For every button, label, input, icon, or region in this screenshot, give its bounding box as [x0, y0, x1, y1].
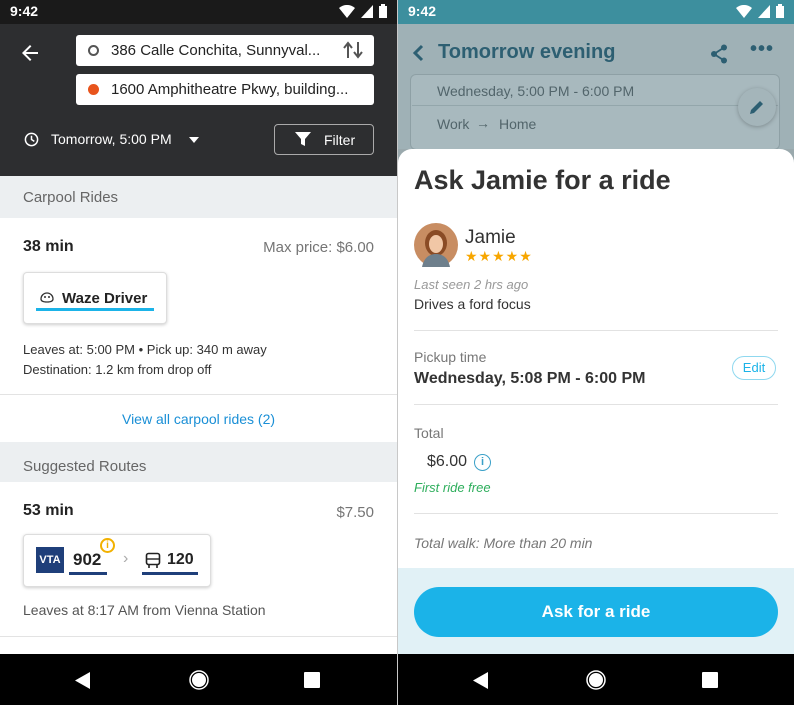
line-120: 120: [167, 551, 194, 568]
status-bar: 9:42: [0, 0, 397, 24]
nav-back-icon[interactable]: [75, 672, 91, 689]
back-arrow-icon[interactable]: [18, 41, 42, 65]
driver-name: Jamie: [465, 227, 516, 248]
avatar: [414, 223, 458, 267]
divider: [0, 636, 397, 637]
line-120-underline: [142, 572, 198, 575]
line-902: 902: [73, 550, 102, 569]
first-ride-free: First ride free: [414, 480, 491, 495]
alert-icon: i: [100, 538, 115, 553]
waze-underline: [36, 308, 154, 311]
chevron-left-icon[interactable]: [412, 44, 424, 62]
carpool-leaves: Leaves at: 5:00 PM • Pick up: 340 m away: [23, 342, 267, 357]
view-all-carpool-link[interactable]: View all carpool rides (2): [0, 411, 397, 427]
battery-icon: [776, 4, 784, 18]
chevron-down-icon[interactable]: [189, 137, 199, 143]
edit-fab[interactable]: [738, 88, 776, 126]
vta-logo: VTA: [36, 547, 64, 573]
status-time: 9:42: [10, 3, 39, 19]
time-route-card: Wednesday, 5:00 PM - 6:00 PM Work → Home: [410, 74, 780, 150]
chevron-right-icon: ›: [123, 550, 129, 567]
time-range: Wednesday, 5:00 PM - 6:00 PM: [437, 83, 635, 99]
divider: [0, 394, 397, 395]
destination-input[interactable]: 1600 Amphitheatre Pkwy, building...: [76, 74, 374, 105]
route-from: Work: [437, 116, 470, 132]
origin-input[interactable]: 386 Calle Conchita, Sunnyval...: [76, 35, 374, 66]
pickup-label: Pickup time: [414, 349, 487, 365]
nav-bar: [398, 654, 794, 705]
divider: [414, 513, 778, 514]
carpool-section-title: Carpool Rides: [23, 189, 119, 206]
status-icons: [736, 4, 784, 18]
header-title: Tomorrow evening: [438, 41, 616, 63]
carpool-duration: 38 min: [23, 238, 74, 255]
route-card[interactable]: VTA 902 i › 120: [23, 534, 211, 587]
right-screen: 9:42 Tomorrow evening ••• Wednesday, 5:0…: [398, 0, 794, 705]
nav-back-icon[interactable]: [473, 672, 489, 689]
edit-button[interactable]: Edit: [732, 356, 776, 380]
carpool-max-price: Max price: $6.00: [263, 239, 374, 256]
nav-recents-icon[interactable]: [702, 672, 718, 688]
total-walk: Total walk: More than 20 min: [414, 535, 593, 551]
suggested-duration: 53 min: [23, 502, 74, 519]
origin-dot-icon: [88, 45, 99, 56]
line-902-underline: [69, 572, 107, 575]
destination-text: 1600 Amphitheatre Pkwy, building...: [111, 81, 349, 98]
suggested-section-header: Suggested Routes: [0, 442, 397, 482]
arrow-right-icon: →: [476, 115, 490, 131]
nav-home-icon[interactable]: [586, 670, 606, 690]
battery-icon: [379, 4, 387, 18]
cta-area: Ask for a ride: [398, 568, 794, 654]
carpool-section-header: Carpool Rides: [0, 176, 397, 218]
car-info: Drives a ford focus: [414, 296, 531, 312]
swap-icon[interactable]: [342, 40, 364, 60]
waze-driver-label: Waze Driver: [62, 290, 148, 307]
departure-time[interactable]: Tomorrow, 5:00 PM: [51, 131, 172, 147]
search-header: 386 Calle Conchita, Sunnyval... 1600 Amp…: [0, 24, 397, 176]
divider: [414, 404, 778, 405]
left-screen: 9:42 386 Calle Conchita, Sunnyval... 160…: [0, 0, 397, 705]
dimmed-ride-header: Tomorrow evening ••• Wednesday, 5:00 PM …: [398, 24, 794, 150]
ask-for-ride-button[interactable]: Ask for a ride: [414, 587, 778, 637]
bus-icon: [145, 552, 161, 568]
suggested-section-title: Suggested Routes: [23, 458, 147, 475]
origin-text: 386 Calle Conchita, Sunnyval...: [111, 42, 321, 59]
pencil-icon: [750, 101, 763, 114]
info-icon[interactable]: i: [474, 454, 491, 471]
carpool-destination-info: Destination: 1.2 km from drop off: [23, 362, 212, 377]
total-value: $6.00: [427, 453, 468, 470]
route-to: Home: [499, 116, 537, 132]
sheet-title: Ask Jamie for a ride: [414, 165, 671, 195]
pickup-value: Wednesday, 5:08 PM - 6:00 PM: [414, 370, 646, 387]
wifi-icon: [339, 4, 355, 18]
signal-icon: [758, 4, 770, 18]
nav-home-icon[interactable]: [189, 670, 209, 690]
last-seen: Last seen 2 hrs ago: [414, 277, 529, 292]
suggested-price: $7.50: [336, 504, 374, 521]
total-label: Total: [414, 425, 444, 441]
clock-icon: [24, 132, 39, 147]
wifi-icon: [736, 4, 752, 18]
waze-icon: [40, 292, 54, 303]
signal-icon: [361, 4, 373, 18]
filter-icon: [295, 132, 311, 146]
filter-button[interactable]: Filter: [274, 124, 374, 155]
status-time: 9:42: [408, 3, 437, 19]
more-icon[interactable]: •••: [750, 38, 774, 61]
driver-rating-stars: ★★★★★: [465, 248, 533, 264]
filter-label: Filter: [324, 132, 356, 148]
nav-recents-icon[interactable]: [304, 672, 320, 688]
suggested-leaves: Leaves at 8:17 AM from Vienna Station: [23, 602, 266, 618]
destination-dot-icon: [88, 84, 99, 95]
waze-driver-badge[interactable]: Waze Driver: [23, 272, 167, 324]
status-bar: 9:42: [398, 0, 794, 24]
divider: [414, 330, 778, 331]
card-divider: [412, 105, 778, 106]
nav-bar: [0, 654, 397, 705]
share-icon[interactable]: [710, 44, 728, 64]
status-icons: [339, 4, 387, 18]
